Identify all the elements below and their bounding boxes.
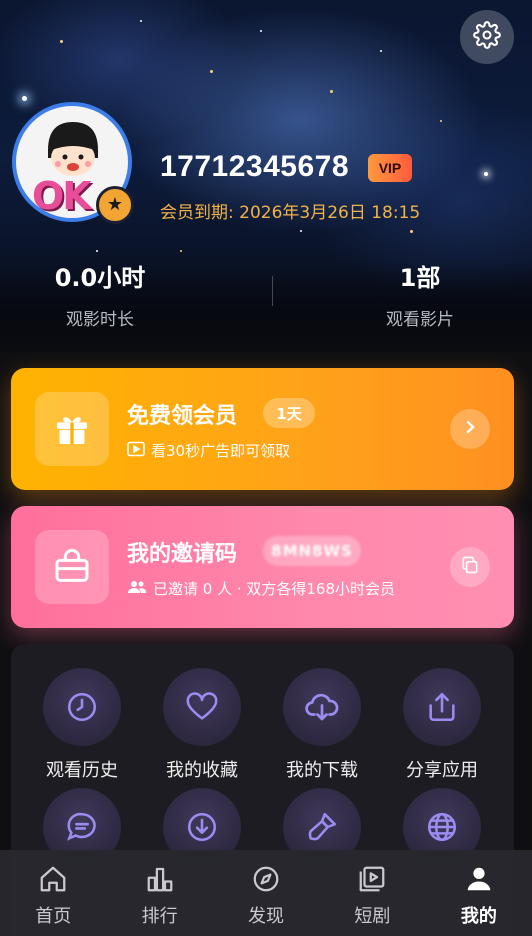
- invite-code-value: 8MN8WS: [263, 536, 361, 566]
- stat-label: 观影时长: [66, 310, 134, 330]
- clock-icon: [43, 668, 121, 746]
- play-video-icon: [355, 862, 389, 896]
- copy-invite-code-button[interactable]: [450, 547, 490, 587]
- star-decoration: [96, 250, 98, 252]
- gift-icon: [35, 392, 109, 466]
- grid-item-favorites[interactable]: 我的收藏: [147, 668, 257, 782]
- stat-value: 1部: [399, 264, 441, 292]
- avatar-character-icon: [48, 122, 98, 176]
- profile-header: OK ★ 17712345678 VIP 会员到期: 2026年3月26日 18…: [0, 0, 532, 352]
- free-vip-subtitle: 看30秒广告即可领取: [127, 440, 290, 461]
- cloud-download-icon: [283, 668, 361, 746]
- free-vip-subtitle-text: 看30秒广告即可领取: [151, 442, 291, 460]
- star-decoration: [440, 120, 442, 122]
- stat-value: 0.0小时: [54, 264, 146, 292]
- star-decoration: [380, 50, 382, 52]
- star-decoration: [140, 20, 142, 22]
- avatar-ok-text: OK: [32, 174, 92, 218]
- free-vip-title: 免费领会员: [127, 404, 238, 429]
- nav-ranking[interactable]: 排行: [106, 850, 212, 936]
- stat-movies-watched: 1部 观看影片: [320, 258, 520, 330]
- grid-label: 我的下载: [286, 760, 358, 781]
- nav-label: 短剧: [354, 906, 391, 927]
- user-phone: 17712345678: [160, 150, 350, 183]
- nav-short-drama[interactable]: 短剧: [319, 850, 425, 936]
- home-icon: [36, 862, 70, 896]
- share-icon: [403, 668, 481, 746]
- star-decoration: [410, 230, 413, 233]
- star-decoration: [22, 96, 27, 101]
- star-decoration: [330, 90, 333, 93]
- star-decoration: [484, 172, 488, 176]
- compass-icon: [249, 862, 283, 896]
- gear-icon: [473, 21, 501, 53]
- star-decoration: [300, 230, 302, 232]
- nav-label: 排行: [141, 906, 178, 927]
- stat-divider: [272, 276, 273, 306]
- bottom-navigation: 首页 排行 发现 短剧 我的: [0, 850, 532, 936]
- shopping-bag-icon: [35, 530, 109, 604]
- star-decoration: [210, 70, 213, 73]
- bar-chart-icon: [143, 862, 177, 896]
- users-icon: [127, 579, 147, 599]
- copy-icon: [460, 555, 480, 579]
- chevron-right-icon: [462, 419, 478, 439]
- heart-icon: [163, 668, 241, 746]
- invite-code-card[interactable]: 我的邀请码 8MN8WS 已邀请 0 人 · 双方各得168小时会员: [11, 506, 514, 628]
- grid-item-share[interactable]: 分享应用: [387, 668, 497, 782]
- vip-badge: VIP: [368, 154, 412, 182]
- settings-button[interactable]: [460, 10, 514, 64]
- play-icon: [127, 441, 145, 461]
- free-vip-arrow-button[interactable]: [450, 409, 490, 449]
- star-decoration: [180, 250, 182, 252]
- star-badge-icon: ★: [96, 186, 134, 224]
- user-icon: [462, 862, 496, 896]
- invite-subtitle: 已邀请 0 人 · 双方各得168小时会员: [127, 578, 395, 599]
- free-vip-card[interactable]: 免费领会员 1天 看30秒广告即可领取: [11, 368, 514, 490]
- vip-days-badge: 1天: [263, 398, 315, 428]
- nav-home[interactable]: 首页: [0, 850, 106, 936]
- nav-label: 首页: [35, 906, 72, 927]
- star-decoration: [260, 30, 262, 32]
- grid-label: 我的收藏: [166, 760, 238, 781]
- invite-subtitle-text: 已邀请 0 人 · 双方各得168小时会员: [153, 580, 396, 598]
- grid-item-downloads[interactable]: 我的下载: [267, 668, 377, 782]
- membership-expiry: 会员到期: 2026年3月26日 18:15: [160, 203, 421, 223]
- nav-label: 发现: [248, 906, 285, 927]
- nav-label: 我的: [460, 906, 497, 927]
- invite-code-title: 我的邀请码: [127, 542, 238, 567]
- stat-watch-time: 0.0小时 观影时长: [0, 258, 200, 330]
- grid-label: 分享应用: [406, 760, 478, 781]
- nav-discover[interactable]: 发现: [213, 850, 319, 936]
- star-decoration: [60, 40, 63, 43]
- grid-item-history[interactable]: 观看历史: [27, 668, 137, 782]
- nav-mine[interactable]: 我的: [426, 850, 532, 936]
- grid-label: 观看历史: [46, 760, 118, 781]
- stat-label: 观看影片: [386, 310, 454, 330]
